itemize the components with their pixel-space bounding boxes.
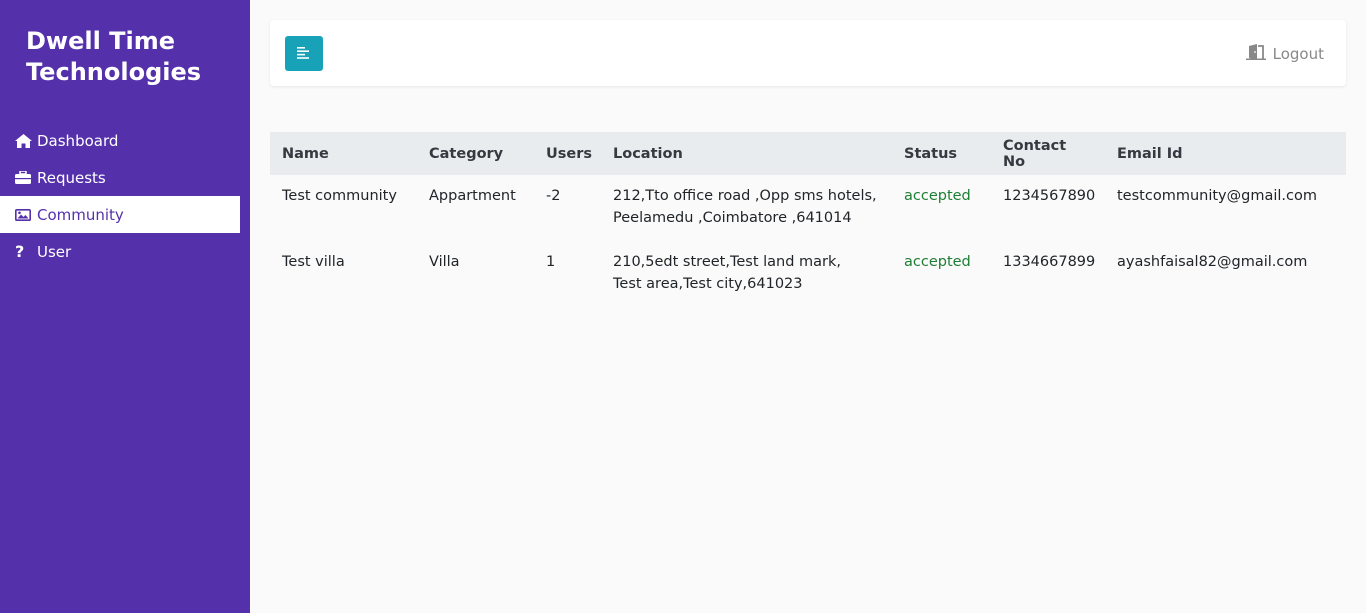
image-icon [15,208,37,221]
sidebar-item-label: User [37,242,72,261]
location-line: 212,Tto office road ,Opp sms hotels, [613,188,877,204]
cell-location: 212,Tto office road ,Opp sms hotels, Pee… [601,175,892,241]
cell-name: Test community [282,188,397,204]
column-header-name: Name [270,132,417,175]
sidebar-item-label: Requests [37,168,106,187]
sidebar-item-label: Dashboard [37,131,119,150]
cell-users: 1 [546,254,556,270]
column-header-status: Status [892,132,991,175]
location-line: 210,5edt street,Test land mark, [613,254,842,270]
sidebar-item-requests[interactable]: Requests [0,159,240,196]
cell-contact: 1334667899 [1003,254,1096,270]
cell-contact: 1234567890 [1003,188,1096,204]
sidebar-item-dashboard[interactable]: Dashboard [0,122,240,159]
align-left-icon [297,44,311,63]
table-body: Test community Appartment -2 212,Tto off… [270,175,1346,307]
cell-name: Test villa [282,254,345,270]
home-icon [15,133,37,148]
cell-category: Appartment [429,188,516,204]
sidebar: Dwell Time Technologies Dashboard Reques… [0,0,250,613]
cell-email: testcommunity@gmail.com [1117,188,1317,204]
sidebar-toggle-button[interactable] [285,36,323,71]
cell-status: accepted [904,254,971,270]
sidebar-item-user[interactable]: ? User [0,233,240,270]
briefcase-icon [15,171,37,184]
table-header: Name Category Users Location Status Cont… [270,132,1346,175]
sidebar-item-label: Community [37,205,124,224]
location-line: Peelamedu ,Coimbatore ,641014 [613,210,852,226]
column-header-category: Category [417,132,534,175]
community-table: Name Category Users Location Status Cont… [270,132,1346,307]
location-line: Test area,Test city,641023 [613,276,803,292]
sidebar-item-community[interactable]: Community [0,196,240,233]
column-header-contact: Contact No [991,132,1105,175]
table-row: Test community Appartment -2 212,Tto off… [270,175,1346,241]
question-icon: ? [15,242,25,261]
sidebar-nav: Dashboard Requests Community ? User [0,122,240,270]
logout-button[interactable]: Logout [1245,44,1324,64]
topbar: Logout [270,20,1346,86]
community-table-container: Name Category Users Location Status Cont… [270,132,1346,307]
cell-users: -2 [546,188,561,204]
column-header-users: Users [534,132,601,175]
column-header-location: Location [601,132,892,175]
column-header-email: Email Id [1105,132,1346,175]
logout-label: Logout [1272,45,1324,63]
cell-email: ayashfaisal82@gmail.com [1117,254,1308,270]
table-row: Test villa Villa 1 210,5edt street,Test … [270,241,1346,307]
cell-location: 210,5edt street,Test land mark, Test are… [601,241,892,307]
cell-category: Villa [429,254,460,270]
cell-status: accepted [904,188,971,204]
door-icon [1245,44,1273,64]
brand-title: Dwell Time Technologies [26,27,202,86]
